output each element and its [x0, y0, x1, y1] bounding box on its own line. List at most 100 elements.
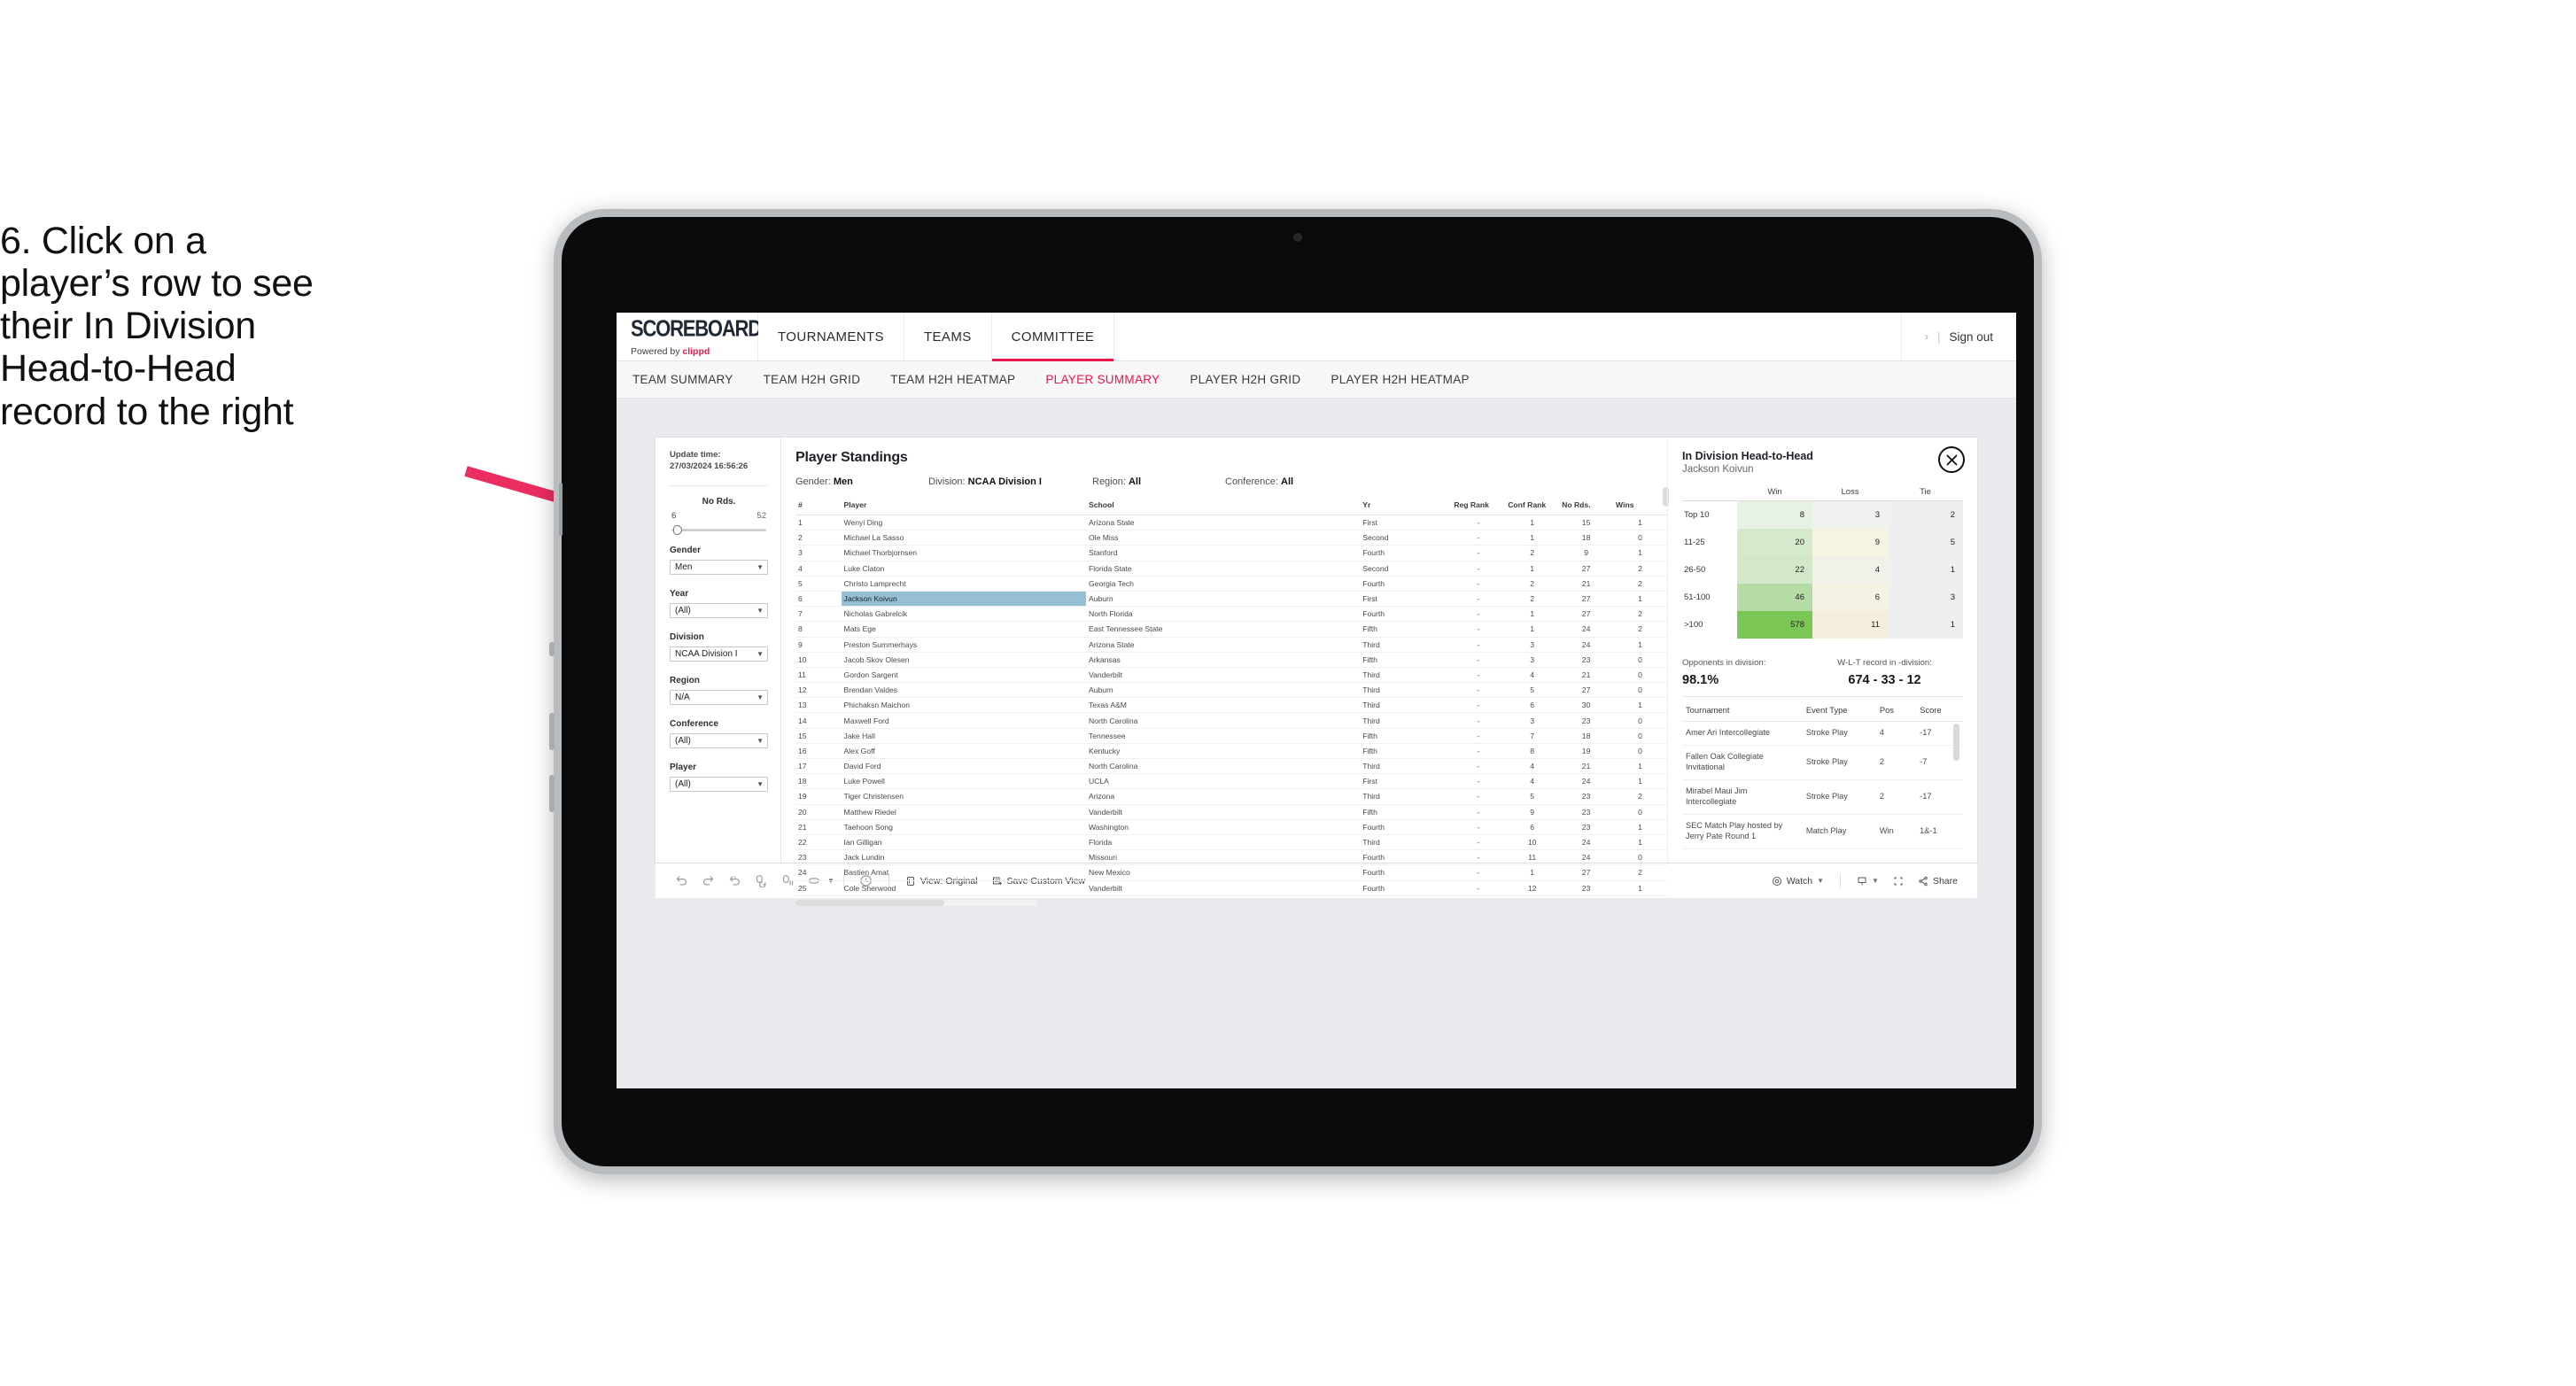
table-horizontal-scrollbar[interactable]	[795, 899, 1036, 906]
col-tournament[interactable]: Tournament	[1682, 699, 1803, 722]
watch-button[interactable]: Watch ▼	[1765, 876, 1831, 887]
cell-reg-rank: -	[1451, 682, 1506, 699]
col-wins[interactable]: Wins	[1613, 497, 1667, 515]
cell-rank: 10	[795, 652, 842, 668]
table-row[interactable]: 2 Michael La Sasso Ole Miss Second -1 18 0	[795, 530, 1667, 546]
heatmap-cell-loss[interactable]: 9	[1812, 529, 1888, 556]
no-rounds-slider[interactable]	[671, 524, 766, 535]
tab-team-h2h-grid[interactable]: TEAM H2H GRID	[764, 373, 861, 386]
col-score[interactable]: Score	[1916, 699, 1963, 722]
heatmap-head: Win Loss Tie	[1682, 487, 1963, 501]
heatmap-cell-tie[interactable]: 5	[1888, 529, 1963, 556]
region-select[interactable]: N/A ▼	[670, 689, 768, 705]
col-reg-rank[interactable]: Reg Rank	[1451, 497, 1506, 515]
close-button[interactable]	[1938, 446, 1965, 473]
heatmap-cell-loss[interactable]: 6	[1812, 584, 1888, 611]
heatmap-cell-loss[interactable]: 11	[1812, 611, 1888, 639]
table-row[interactable]: 13 Phichaksn Maichon Texas A&M Third -6 30 1	[795, 697, 1667, 714]
table-row[interactable]: 15 Jake Hall Tennessee Fifth -7 18 0	[795, 728, 1667, 744]
tab-player-h2h-heatmap[interactable]: PLAYER H2H HEATMAP	[1331, 373, 1469, 386]
table-row[interactable]: 22 Ian Gilligan Florida Third -10 24 1	[795, 834, 1667, 851]
player-select[interactable]: (All) ▼	[670, 776, 768, 792]
table-row[interactable]: 6 Jackson Koivun Auburn First -2 27 1	[795, 591, 1667, 608]
nav-teams[interactable]: TEAMS	[904, 313, 992, 360]
conference-select[interactable]: (All) ▼	[670, 732, 768, 748]
col-player[interactable]: Player	[841, 497, 1086, 515]
cell-no-rds: 27	[1559, 561, 1614, 577]
table-row[interactable]: 21 Taehoon Song Washington Fourth -6 23 1	[795, 819, 1667, 835]
chevron-right-icon[interactable]: ›	[1925, 330, 1928, 343]
heatmap-cell-loss[interactable]: 3	[1812, 500, 1888, 529]
table-row[interactable]: 16 Alex Goff Kentucky Fifth -8 19 0	[795, 743, 1667, 760]
table-row[interactable]: 14 Maxwell Ford North Carolina Third -3 23 0	[795, 712, 1667, 729]
table-row[interactable]: 12 Brendan Valdes Auburn Third -5 27 0	[795, 682, 1667, 699]
table-row[interactable]: 10 Jacob Skov Olesen Arkansas Fifth -3 23 0	[795, 652, 1667, 668]
table-row[interactable]: 4 Luke Claton Florida State Second -1 27 2	[795, 561, 1667, 577]
tab-player-summary[interactable]: PLAYER SUMMARY	[1045, 373, 1160, 386]
col-pos[interactable]: Pos	[1875, 699, 1917, 722]
tab-team-summary[interactable]: TEAM SUMMARY	[632, 373, 733, 386]
cell-pos: 2	[1875, 745, 1917, 780]
tournaments-scrollbar[interactable]	[1953, 724, 1959, 761]
col-event-type[interactable]: Event Type	[1802, 699, 1876, 722]
tab-player-h2h-grid[interactable]: PLAYER H2H GRID	[1190, 373, 1300, 386]
table-row[interactable]: 25 Cole Sherwood Vanderbilt Fourth -12 23 1	[795, 880, 1667, 896]
list-item[interactable]: SEC Match Play hosted by Jerry Pate Roun…	[1682, 814, 1963, 849]
table-row[interactable]: 20 Matthew Riedel Vanderbilt Fifth -9 23 0	[795, 804, 1667, 820]
heatmap-cell-win[interactable]: 46	[1737, 584, 1812, 611]
table-row[interactable]: 9 Preston Summerhays Arizona State Third -3 2…	[795, 637, 1667, 653]
col-year[interactable]: Yr	[1360, 497, 1452, 515]
gender-select[interactable]: Men ▼	[670, 559, 768, 575]
share-button[interactable]: Share	[1911, 876, 1965, 887]
refresh-icon[interactable]	[748, 868, 774, 894]
col-rank[interactable]: #	[795, 497, 842, 515]
nav-tournaments[interactable]: TOURNAMENTS	[758, 313, 904, 360]
table-row[interactable]: 7 Nicholas Gabrelcik North Florida Fourth -1…	[795, 606, 1667, 623]
col-school[interactable]: School	[1085, 497, 1361, 515]
update-time-value: 27/03/2024 16:56:26	[670, 461, 749, 471]
year-select[interactable]: (All) ▼	[670, 602, 768, 618]
heatmap-cell-tie[interactable]: 3	[1888, 584, 1963, 611]
heatmap-cell-win[interactable]: 20	[1737, 529, 1812, 556]
table-row[interactable]: 5 Christo Lamprecht Georgia Tech Fourth -2 21…	[795, 576, 1667, 592]
list-item[interactable]: Amer Ari Intercollegiate Stroke Play 4 -17	[1682, 721, 1963, 746]
list-item[interactable]: Mirabel Maui Jim Intercollegiate Stroke P…	[1682, 779, 1963, 815]
heatmap-cell-tie[interactable]: 2	[1888, 500, 1963, 529]
redo-icon[interactable]	[694, 868, 721, 894]
fullscreen-button[interactable]	[1886, 876, 1911, 887]
heatmap-cell-win[interactable]: 578	[1737, 611, 1812, 639]
list-item[interactable]: Fallen Oak Collegiate Invitational Stroke…	[1682, 745, 1963, 780]
slider-handle[interactable]	[673, 524, 682, 535]
download-button[interactable]: ▼	[1850, 876, 1886, 887]
scrollbar-thumb[interactable]	[795, 899, 944, 906]
table-row[interactable]: 17 David Ford North Carolina Third -4 21 1	[795, 758, 1667, 775]
table-row[interactable]: 8 Mats Ege East Tennessee State Fifth -1 24 2	[795, 621, 1667, 638]
table-row[interactable]: 19 Tiger Christensen Arizona Third -5 23 2	[795, 788, 1667, 805]
revert-icon[interactable]	[721, 868, 748, 894]
nav-committee[interactable]: COMMITTEE	[991, 313, 1115, 361]
cell-player: Cole Sherwood	[841, 880, 1086, 896]
table-row[interactable]: 11 Gordon Sargent Vanderbilt Third -4 21 0	[795, 667, 1667, 684]
col-no-rds[interactable]: No Rds.	[1559, 497, 1614, 515]
division-select[interactable]: NCAA Division I ▼	[670, 646, 768, 662]
app-logo[interactable]: SCOREBOARD Powered by clippd	[617, 313, 762, 360]
table-row[interactable]: 23 Jack Lundin Missouri Fourth -11 24 0	[795, 849, 1667, 866]
table-row[interactable]: 18 Luke Powell UCLA First -4 24 1	[795, 773, 1667, 790]
heatmap-cell-tie[interactable]: 1	[1888, 556, 1963, 584]
cell-no-rds: 18	[1559, 728, 1614, 744]
heatmap-cell-win[interactable]: 8	[1737, 500, 1812, 529]
heatmap-cell-loss[interactable]: 4	[1812, 556, 1888, 584]
table-row[interactable]: 3 Michael Thorbjornsen Stanford Fourth -2 9 1	[795, 545, 1667, 561]
cell-rank: 6	[795, 591, 842, 608]
sign-out-link[interactable]: Sign out	[1949, 330, 1993, 344]
col-conf-rank[interactable]: Conf Rank	[1505, 497, 1560, 515]
tab-team-h2h-heatmap[interactable]: TEAM H2H HEATMAP	[890, 373, 1015, 386]
instruction-callout: 6. Click on a player’s row to see their …	[0, 220, 531, 433]
table-row[interactable]: 1 Wenyi Ding Arizona State First -1 15 1	[795, 515, 1667, 531]
undo-icon[interactable]	[668, 868, 694, 894]
cell-player: Jake Hall	[841, 728, 1086, 744]
heatmap-cell-win[interactable]: 22	[1737, 556, 1812, 584]
table-row[interactable]: 24 Bastien Amat New Mexico Fourth -1 27 2	[795, 864, 1667, 881]
cell-year: Second	[1360, 530, 1452, 546]
heatmap-cell-tie[interactable]: 1	[1888, 611, 1963, 639]
